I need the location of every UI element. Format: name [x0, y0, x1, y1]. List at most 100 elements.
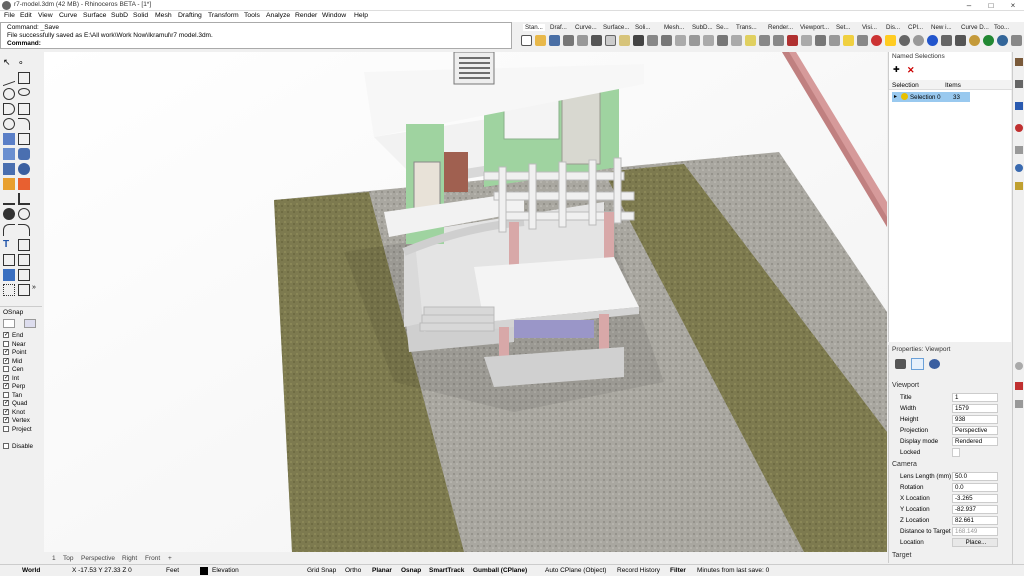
osnap-add-icon[interactable]	[3, 319, 15, 328]
tab-visibility[interactable]: Visi...	[862, 24, 877, 31]
toolbar-more-icon[interactable]	[1011, 35, 1022, 46]
col-items[interactable]: Items	[945, 82, 961, 89]
prop-projection-select[interactable]: Perspective	[952, 426, 998, 435]
environment-panel-icon[interactable]	[1015, 146, 1023, 154]
save-as-icon[interactable]	[577, 35, 588, 46]
polygon-icon[interactable]	[3, 118, 15, 130]
osnap-checkbox[interactable]	[3, 366, 9, 373]
tab-curve-drawing[interactable]: Curve D...	[961, 24, 989, 31]
object-properties-icon[interactable]	[913, 35, 924, 46]
texture-icon[interactable]	[1015, 382, 1023, 390]
viewport-tab-right[interactable]: Right	[122, 555, 137, 562]
prop-width-field[interactable]: 1579	[952, 404, 998, 413]
place-button[interactable]: Place...	[952, 538, 998, 547]
osnap-checkbox[interactable]: ✓	[3, 332, 9, 339]
zoom-window-icon[interactable]	[689, 35, 700, 46]
tab-drafting[interactable]: Draf...	[550, 24, 567, 31]
menu-edit[interactable]: Edit	[20, 12, 32, 19]
explode-icon[interactable]	[3, 208, 15, 220]
select-icon[interactable]	[787, 35, 798, 46]
layers-icon[interactable]	[1015, 58, 1023, 66]
tab-display[interactable]: Dis...	[886, 24, 900, 31]
layer-icon[interactable]	[857, 35, 868, 46]
tab-solid-tools[interactable]: Soli...	[635, 24, 650, 31]
osnap-checkbox[interactable]: ✓	[3, 383, 9, 390]
copy-icon[interactable]	[605, 35, 616, 46]
prop-lens-length-field[interactable]: 50.0	[952, 472, 998, 481]
options-icon[interactable]	[941, 35, 952, 46]
tab-viewport-layout[interactable]: Viewport...	[800, 24, 829, 31]
move-icon[interactable]: T	[3, 239, 15, 251]
ellipse-icon[interactable]	[18, 88, 30, 96]
mesh-icon[interactable]	[3, 178, 15, 190]
osnap-checkbox[interactable]: ✓	[3, 374, 9, 381]
text-icon[interactable]	[18, 193, 30, 205]
rotate-view-icon[interactable]	[661, 35, 672, 46]
menu-tools[interactable]: Tools	[244, 12, 260, 19]
tab-surface-tools[interactable]: Surface...	[603, 24, 629, 31]
osnap-checkbox[interactable]	[3, 340, 9, 347]
lock-icon[interactable]	[829, 35, 840, 46]
filter-icon[interactable]	[24, 319, 36, 328]
prop-title-field[interactable]: 1	[952, 393, 998, 402]
curve-icon[interactable]	[18, 72, 30, 84]
viewport-tab-perspective[interactable]: Perspective	[81, 555, 115, 562]
cut-icon[interactable]	[591, 35, 602, 46]
tab-mesh-tools[interactable]: Mesh...	[664, 24, 684, 31]
camera-icon[interactable]	[895, 359, 906, 369]
tab-transform[interactable]: Trans...	[736, 24, 757, 31]
rotate-icon[interactable]	[3, 254, 15, 266]
smarttrack-toggle[interactable]: SmartTrack	[429, 567, 464, 574]
prop-z-location-field[interactable]: 82.661	[952, 516, 998, 525]
tab-tools[interactable]: Too...	[994, 24, 1009, 31]
surface-icon[interactable]	[3, 133, 15, 145]
prop-locked-checkbox[interactable]	[952, 448, 960, 457]
split-curve-icon[interactable]	[18, 224, 30, 236]
delete-selection-icon[interactable]: ✕	[907, 65, 917, 75]
circle-icon[interactable]	[3, 88, 15, 100]
viewport-tab-add[interactable]: +	[168, 555, 172, 562]
rendered-sphere-icon[interactable]	[927, 35, 938, 46]
planar-toggle[interactable]: Planar	[372, 567, 392, 574]
menu-file[interactable]: File	[4, 12, 15, 19]
auto-cplane-toggle[interactable]: Auto CPlane (Object)	[545, 567, 606, 574]
tab-select[interactable]: Se...	[716, 24, 729, 31]
tab-render-tools[interactable]: Render...	[768, 24, 793, 31]
properties-icon[interactable]	[1015, 80, 1023, 88]
undo-icon[interactable]	[633, 35, 644, 46]
cplane-indicator[interactable]: World	[22, 567, 40, 574]
expand-chevron-icon[interactable]: »	[32, 284, 44, 296]
extrude-icon[interactable]	[3, 163, 15, 175]
display-settings-icon[interactable]	[929, 359, 940, 369]
box-solid-icon[interactable]	[3, 148, 15, 160]
menu-help[interactable]: Help	[354, 12, 368, 19]
save-icon[interactable]	[549, 35, 560, 46]
viewport-tab-1[interactable]: 1	[52, 555, 56, 562]
render-panel-icon[interactable]	[1015, 164, 1023, 172]
ortho-toggle[interactable]: Ortho	[345, 567, 361, 574]
close-button[interactable]: ×	[1002, 0, 1024, 11]
tab-cplanes[interactable]: CPl...	[908, 24, 923, 31]
record-history-toggle[interactable]: Record History	[617, 567, 660, 574]
zoom-icon[interactable]	[675, 35, 686, 46]
filter-toggle[interactable]: Filter	[670, 567, 686, 574]
menu-mesh[interactable]: Mesh	[155, 12, 172, 19]
tab-new-in-v7[interactable]: New i...	[931, 24, 952, 31]
mirror-icon[interactable]	[18, 269, 30, 281]
color-wheel-icon[interactable]	[1015, 362, 1023, 370]
pan-icon[interactable]	[647, 35, 658, 46]
osnap-disable[interactable]: Disable	[3, 443, 33, 452]
viewport-tab-top[interactable]: Top	[63, 555, 73, 562]
light-bulb-icon[interactable]	[843, 35, 854, 46]
menu-surface[interactable]: Surface	[83, 12, 106, 19]
trim-icon[interactable]	[3, 224, 15, 236]
gear-icon[interactable]	[955, 35, 966, 46]
material-icon[interactable]	[885, 35, 896, 46]
offset-icon[interactable]	[18, 133, 30, 145]
selection-row[interactable]: ▸ Selection 0 33	[892, 92, 970, 102]
menu-subd[interactable]: SubD	[111, 12, 128, 19]
tab-set-view[interactable]: Set...	[836, 24, 850, 31]
prop-height-field[interactable]: 938	[952, 415, 998, 424]
osnap-checkbox[interactable]	[3, 425, 9, 432]
viewport-tab-front[interactable]: Front	[145, 555, 160, 562]
